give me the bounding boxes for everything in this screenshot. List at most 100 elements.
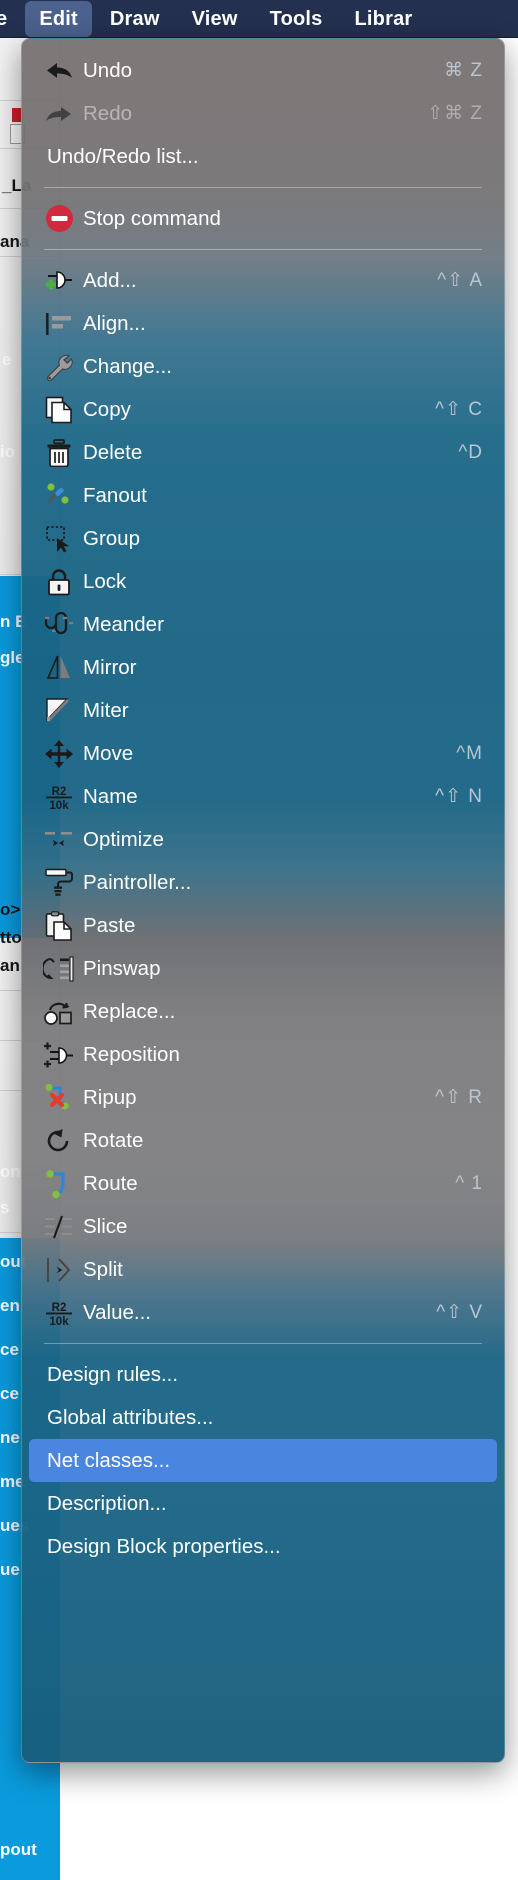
menubar-item-librar[interactable]: Librar xyxy=(341,1,427,37)
menu-item-pinswap[interactable]: Pinswap xyxy=(29,947,497,990)
svg-text:R2: R2 xyxy=(52,786,67,798)
pinswap-icon xyxy=(41,954,77,984)
fanout-icon xyxy=(41,481,77,511)
menu-item-label: Slice xyxy=(83,1214,128,1238)
menu-item-paste[interactable]: Paste xyxy=(29,904,497,947)
menu-item-align[interactable]: Align... xyxy=(29,302,497,345)
menu-item-description[interactable]: Description... xyxy=(29,1482,497,1525)
menu-item-meander[interactable]: Meander xyxy=(29,603,497,646)
menu-item-net-classes[interactable]: Net classes... xyxy=(29,1439,497,1482)
menu-item-shortcut: ^ 1 xyxy=(455,1172,483,1194)
menu-item-label: Undo/Redo list... xyxy=(47,144,199,168)
menubar-item-draw[interactable]: Draw xyxy=(96,1,174,37)
menu-item-label: Rotate xyxy=(83,1128,144,1152)
background-text-fragment: ce xyxy=(0,1384,19,1403)
menu-item-label: Fanout xyxy=(83,483,147,507)
meander-icon xyxy=(41,610,77,640)
replace-icon xyxy=(41,997,77,1027)
menu-bar[interactable]: e Edit Draw View Tools Librar xyxy=(0,0,518,38)
menu-item-reposition[interactable]: Reposition xyxy=(29,1033,497,1076)
background-text-fragment: on xyxy=(0,1162,21,1181)
menu-item-label: Ripup xyxy=(83,1085,137,1109)
background-text-fragment: e xyxy=(2,350,12,369)
menubar-item-edit[interactable]: Edit xyxy=(25,0,92,37)
menu-item-label: Delete xyxy=(83,440,143,464)
edit-dropdown-menu[interactable]: Undo ⌘ Z Redo ⇧⌘ Z Undo/Redo list... Stop com… xyxy=(21,38,505,1763)
menu-item-label: Description... xyxy=(47,1491,167,1515)
menu-item-mirror[interactable]: Mirror xyxy=(29,646,497,689)
menu-item-move[interactable]: Move ^M xyxy=(29,732,497,775)
menu-item-label: Align... xyxy=(83,311,146,335)
menu-item-shortcut: ^D xyxy=(458,441,483,463)
menu-item-label: Stop command xyxy=(83,206,221,230)
paste-icon xyxy=(41,910,77,941)
menu-item-replace[interactable]: Replace... xyxy=(29,990,497,1033)
menu-item-copy[interactable]: Copy ^⇧ C xyxy=(29,388,497,431)
background-text-fragment: ne xyxy=(0,1428,20,1447)
move-icon xyxy=(41,739,77,769)
menu-item-label: Mirror xyxy=(83,655,137,679)
slice-icon xyxy=(41,1212,77,1242)
menu-item-ripup[interactable]: Ripup ^⇧ R xyxy=(29,1076,497,1119)
menu-item-global-attributes[interactable]: Global attributes... xyxy=(29,1396,497,1439)
menu-item-label: Copy xyxy=(83,397,131,421)
menu-item-optimize[interactable]: Optimize xyxy=(29,818,497,861)
menu-item-label: Change... xyxy=(83,354,172,378)
add-icon xyxy=(41,266,77,296)
menu-item-label: Undo xyxy=(83,58,133,82)
redo-arrow-icon xyxy=(41,99,77,129)
menubar-item-view[interactable]: View xyxy=(178,1,252,37)
lock-icon xyxy=(41,567,77,597)
menubar-item-tools[interactable]: Tools xyxy=(256,1,337,37)
background-text-fragment: pout xyxy=(0,1840,37,1859)
menu-item-route[interactable]: Route ^ 1 xyxy=(29,1162,497,1205)
menu-item-shortcut: ^⇧ V xyxy=(436,1302,483,1323)
menu-item-rotate[interactable]: Rotate xyxy=(29,1119,497,1162)
svg-text:10k: 10k xyxy=(49,800,69,811)
menu-item-label: Reposition xyxy=(83,1042,180,1066)
menu-separator xyxy=(44,1343,482,1344)
menu-item-delete[interactable]: Delete ^D xyxy=(29,431,497,474)
optimize-icon xyxy=(41,825,77,855)
menu-item-label: Paste xyxy=(83,913,136,937)
menu-item-change[interactable]: Change... xyxy=(29,345,497,388)
background-text-fragment: o> xyxy=(0,900,21,919)
menu-item-paintroller[interactable]: Paintroller... xyxy=(29,861,497,904)
split-icon xyxy=(41,1255,77,1285)
wrench-icon xyxy=(41,352,77,382)
menu-item-add[interactable]: Add... ^⇧ A xyxy=(29,259,497,302)
menu-item-label: Pinswap xyxy=(83,956,161,980)
menu-item-shortcut: ^⇧ R xyxy=(435,1087,483,1108)
menu-item-label: Miter xyxy=(83,698,129,722)
menu-item-design-block-properties[interactable]: Design Block properties... xyxy=(29,1525,497,1568)
menu-item-name[interactable]: R2 10k Name ^⇧ N xyxy=(29,775,497,818)
menu-item-shortcut: ^M xyxy=(456,742,483,764)
menu-item-label: Net classes... xyxy=(47,1448,171,1472)
menu-item-design-rules[interactable]: Design rules... xyxy=(29,1353,497,1396)
menu-item-label: Paintroller... xyxy=(83,870,192,894)
menu-item-miter[interactable]: Miter xyxy=(29,689,497,732)
menu-item-label: Lock xyxy=(83,569,127,593)
background-text-fragment: ce xyxy=(0,1340,19,1359)
background-text-fragment: s xyxy=(0,1198,10,1217)
menu-item-slice[interactable]: Slice xyxy=(29,1205,497,1248)
mirror-icon xyxy=(41,653,77,683)
menu-item-redo: Redo ⇧⌘ Z xyxy=(29,92,497,135)
menu-item-fanout[interactable]: Fanout xyxy=(29,474,497,517)
name-icon: R2 10k xyxy=(41,782,77,812)
menu-item-undo[interactable]: Undo ⌘ Z xyxy=(29,49,497,92)
menu-item-undo-redo-list[interactable]: Undo/Redo list... xyxy=(29,135,497,178)
menu-item-group[interactable]: Group xyxy=(29,517,497,560)
menu-item-split[interactable]: Split xyxy=(29,1248,497,1291)
menu-item-lock[interactable]: Lock xyxy=(29,560,497,603)
copy-icon xyxy=(41,395,77,425)
trash-icon xyxy=(41,438,77,468)
menu-item-stop-command[interactable]: Stop command xyxy=(29,197,497,240)
menu-item-label: Route xyxy=(83,1171,138,1195)
menubar-item-e[interactable]: e xyxy=(0,1,21,37)
svg-text:10k: 10k xyxy=(49,1316,69,1327)
reposition-icon xyxy=(41,1040,77,1070)
menu-item-label: Meander xyxy=(83,612,164,636)
background-text-fragment: an xyxy=(0,956,20,975)
menu-item-value[interactable]: R2 10k Value... ^⇧ V xyxy=(29,1291,497,1334)
